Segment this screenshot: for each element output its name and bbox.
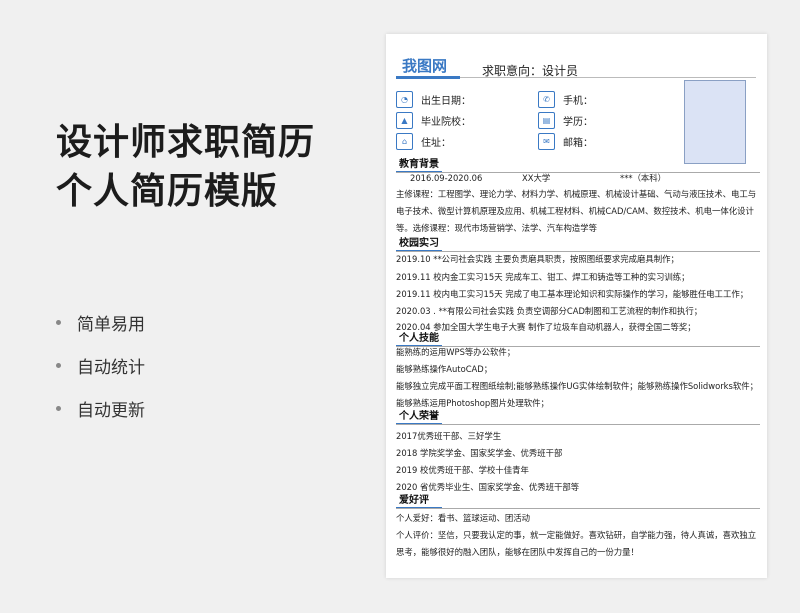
skill-item: 能熟练的运用WPS等办公软件； [396, 347, 516, 357]
info-degree: ▤ 学历： [538, 112, 593, 129]
header-divider [460, 77, 756, 78]
resume-page: 我图网 求职意向：设计员 ◔ 出生日期： ▲ 毕业院校： ⌂ 住址： ✆ 手机： ▤ 学历… [386, 34, 767, 578]
education-period: 2016.09-2020.06 [410, 173, 483, 183]
honor-item: 2017优秀班干部、三好学生 [396, 431, 502, 441]
internship-item: 2019.10 **公司社会实践 主要负责磨具职责，按照图纸要求完成磨具制作； [396, 254, 679, 264]
school-label: 毕业院校： [421, 117, 471, 128]
skill-item: 能够熟练操作AutoCAD； [396, 364, 493, 374]
photo-placeholder [684, 80, 746, 164]
brand-underline [396, 76, 460, 79]
section-title: 校园实习 [399, 238, 439, 249]
section-hobby: 爱好评 [396, 491, 760, 509]
email-label: 邮箱： [563, 138, 593, 149]
brand-logo: 我图网 [402, 57, 448, 75]
internship-item: 2019.11 校内电工实习15天 完成了电工基本理论知识和实际操作的学习，能够… [396, 289, 749, 299]
certificate-icon: ▤ [538, 112, 555, 129]
address-label: 住址： [421, 138, 451, 149]
bullet-dot-icon [56, 363, 61, 368]
hero-title-line1: 设计师求职简历 [56, 122, 316, 163]
section-divider [396, 424, 760, 425]
feature-item: 简单易用 [56, 312, 145, 335]
hero-title: 设计师求职简历 个人简历模版 [56, 118, 315, 216]
degree-label: 学历： [563, 117, 593, 128]
section-honors: 个人荣誉 [396, 407, 760, 425]
feature-item: 自动更新 [56, 398, 145, 421]
info-address: ⌂ 住址： [396, 133, 451, 150]
feature-label: 简单易用 [77, 315, 145, 335]
birth-label: 出生日期： [421, 96, 471, 107]
bullet-dot-icon [56, 406, 61, 411]
section-title: 个人荣誉 [399, 411, 439, 422]
birthday-icon: ◔ [396, 91, 413, 108]
section-title: 个人技能 [399, 333, 439, 344]
info-school: ▲ 毕业院校： [396, 112, 471, 129]
education-row: 2016.09-2020.06 XX大学 ***（本科） [396, 170, 762, 187]
self-evaluation-text: 个人评价：坚信，只要我认定的事，就一定能做好。喜欢钻研，自学能力强，待人真诚，喜… [396, 530, 757, 557]
info-phone: ✆ 手机： [538, 91, 593, 108]
feature-label: 自动更新 [77, 401, 145, 421]
feature-list: 简单易用 自动统计 自动更新 [56, 312, 145, 441]
internship-item: 2020.03 . **有限公司社会实践 负责空调部分CAD制图和工艺流程的制作… [396, 306, 703, 316]
section-divider [396, 508, 760, 509]
home-icon: ⌂ [396, 133, 413, 150]
section-title: 爱好评 [399, 495, 429, 506]
honor-item: 2018 学院奖学金、国家奖学金、优秀班干部 [396, 448, 563, 458]
education-university: XX大学 [522, 173, 551, 183]
mail-icon: ✉ [538, 133, 555, 150]
hobby-text: 个人爱好：看书、篮球运动、团活动 [396, 513, 530, 523]
bullet-dot-icon [56, 320, 61, 325]
info-birth: ◔ 出生日期： [396, 91, 471, 108]
education-level: ***（本科） [620, 173, 667, 183]
graduation-cap-icon: ▲ [396, 112, 413, 129]
skill-item: 能够独立完成平面工程图纸绘制;能够熟练操作UG实体绘制软件；能够熟练操作Soli… [396, 381, 758, 391]
phone-icon: ✆ [538, 91, 555, 108]
phone-label: 手机： [563, 96, 593, 107]
section-internship: 校园实习 [396, 234, 760, 252]
feature-label: 自动统计 [77, 358, 145, 378]
education-courses: 主修课程：工程图学、理论力学、材料力学、机械原理、机械设计基础、气动与液压技术、… [396, 189, 757, 233]
honor-item: 2019 校优秀班干部、学校十佳青年 [396, 465, 529, 475]
feature-item: 自动统计 [56, 355, 145, 378]
info-email: ✉ 邮箱： [538, 133, 593, 150]
hero-title-line2: 个人简历模版 [56, 171, 279, 212]
section-title: 教育背景 [399, 159, 439, 170]
internship-item: 2019.11 校内金工实习15天 完成车工、钳工、焊工和铸造等工种的实习训练； [396, 272, 690, 282]
